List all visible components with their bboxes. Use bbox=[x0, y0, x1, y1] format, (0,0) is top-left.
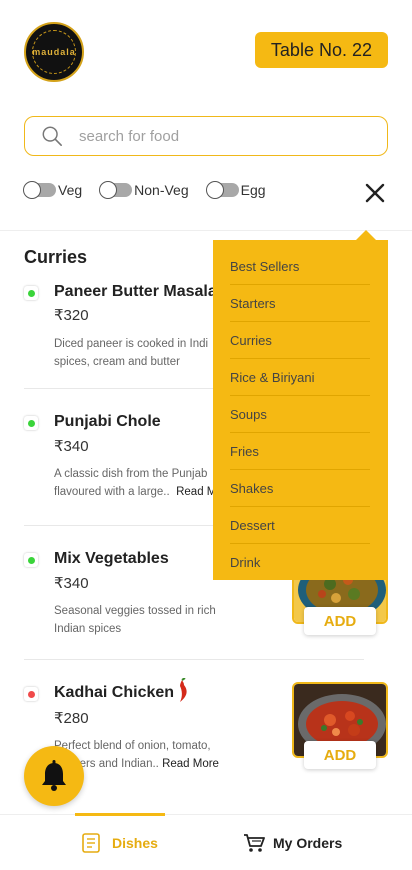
item-name: Kadhai Chicken bbox=[54, 684, 175, 701]
add-button[interactable]: ADD bbox=[304, 741, 376, 769]
category-soups[interactable]: Soups bbox=[230, 396, 370, 433]
category-dessert[interactable]: Dessert bbox=[230, 507, 370, 544]
add-button[interactable]: ADD bbox=[304, 607, 376, 635]
call-waiter-button[interactable] bbox=[24, 746, 84, 806]
item-description: Seasonal veggies tossed in rich Indian s… bbox=[54, 602, 244, 638]
logo-text: maudala bbox=[32, 47, 76, 57]
header-divider bbox=[0, 230, 412, 231]
item-price: ₹280 bbox=[54, 710, 89, 727]
veg-indicator bbox=[24, 286, 38, 300]
filter-non-veg[interactable]: Non-Veg bbox=[99, 181, 189, 199]
search-input[interactable] bbox=[79, 127, 349, 145]
search-bar[interactable] bbox=[24, 116, 388, 156]
non-veg-indicator bbox=[24, 687, 38, 701]
restaurant-logo: maudala bbox=[24, 22, 84, 82]
filter-veg-label: Veg bbox=[58, 182, 83, 198]
item-description-line: flavoured with a large.. bbox=[54, 486, 170, 498]
filter-veg[interactable]: Veg bbox=[23, 181, 83, 199]
tab-my-orders[interactable]: My Orders bbox=[243, 815, 342, 870]
filter-egg-label: Egg bbox=[240, 182, 266, 198]
filter-non-veg-label: Non-Veg bbox=[134, 182, 189, 198]
item-name: Punjabi Chole bbox=[54, 413, 161, 430]
filter-egg[interactable]: Egg bbox=[205, 181, 266, 199]
close-icon[interactable] bbox=[364, 182, 386, 204]
veg-indicator bbox=[24, 416, 38, 430]
bell-icon bbox=[42, 760, 66, 791]
menu-book-icon bbox=[82, 833, 100, 853]
item-name: Paneer Butter Masala bbox=[54, 283, 217, 300]
veg-toggle[interactable] bbox=[23, 181, 56, 199]
category-starters[interactable]: Starters bbox=[230, 285, 370, 322]
tab-dishes[interactable]: Dishes bbox=[82, 815, 158, 870]
category-best-sellers[interactable]: Best Sellers bbox=[230, 248, 370, 285]
search-icon bbox=[42, 126, 62, 146]
section-title: Curries bbox=[24, 247, 88, 267]
tab-my-orders-label: My Orders bbox=[273, 835, 343, 851]
category-shakes[interactable]: Shakes bbox=[230, 470, 370, 507]
item-description-line: Indian spices bbox=[54, 623, 122, 635]
chili-icon bbox=[180, 678, 187, 702]
read-more-link[interactable]: Read M bbox=[176, 486, 216, 498]
category-rice-biriyani[interactable]: Rice & Biriyani bbox=[230, 359, 370, 396]
item-description-line: Perfect blend of onion, tomato, bbox=[54, 740, 211, 752]
item-price: ₹340 bbox=[54, 438, 89, 455]
category-dropdown: Best Sellers Starters Curries Rice & Bir… bbox=[213, 230, 388, 581]
table-number-badge: Table No. 22 bbox=[254, 32, 388, 68]
read-more-link[interactable]: Read More bbox=[162, 758, 219, 770]
item-separator bbox=[24, 659, 364, 660]
non-veg-toggle[interactable] bbox=[99, 181, 133, 199]
diet-filters: Veg Non-Veg Egg bbox=[23, 181, 284, 199]
item-description-line: Seasonal veggies tossed in rich bbox=[54, 605, 216, 617]
tab-dishes-label: Dishes bbox=[112, 835, 158, 851]
category-curries[interactable]: Curries bbox=[230, 322, 370, 359]
item-price: ₹340 bbox=[54, 575, 89, 592]
veg-indicator bbox=[24, 553, 38, 567]
category-drink[interactable]: Drink bbox=[230, 544, 370, 581]
cart-icon bbox=[244, 834, 265, 852]
bottom-nav: Dishes My Orders bbox=[0, 813, 412, 870]
item-price: ₹320 bbox=[54, 307, 89, 324]
egg-toggle[interactable] bbox=[205, 181, 239, 199]
category-fries[interactable]: Fries bbox=[230, 433, 370, 470]
item-name: Mix Vegetables bbox=[54, 550, 169, 567]
